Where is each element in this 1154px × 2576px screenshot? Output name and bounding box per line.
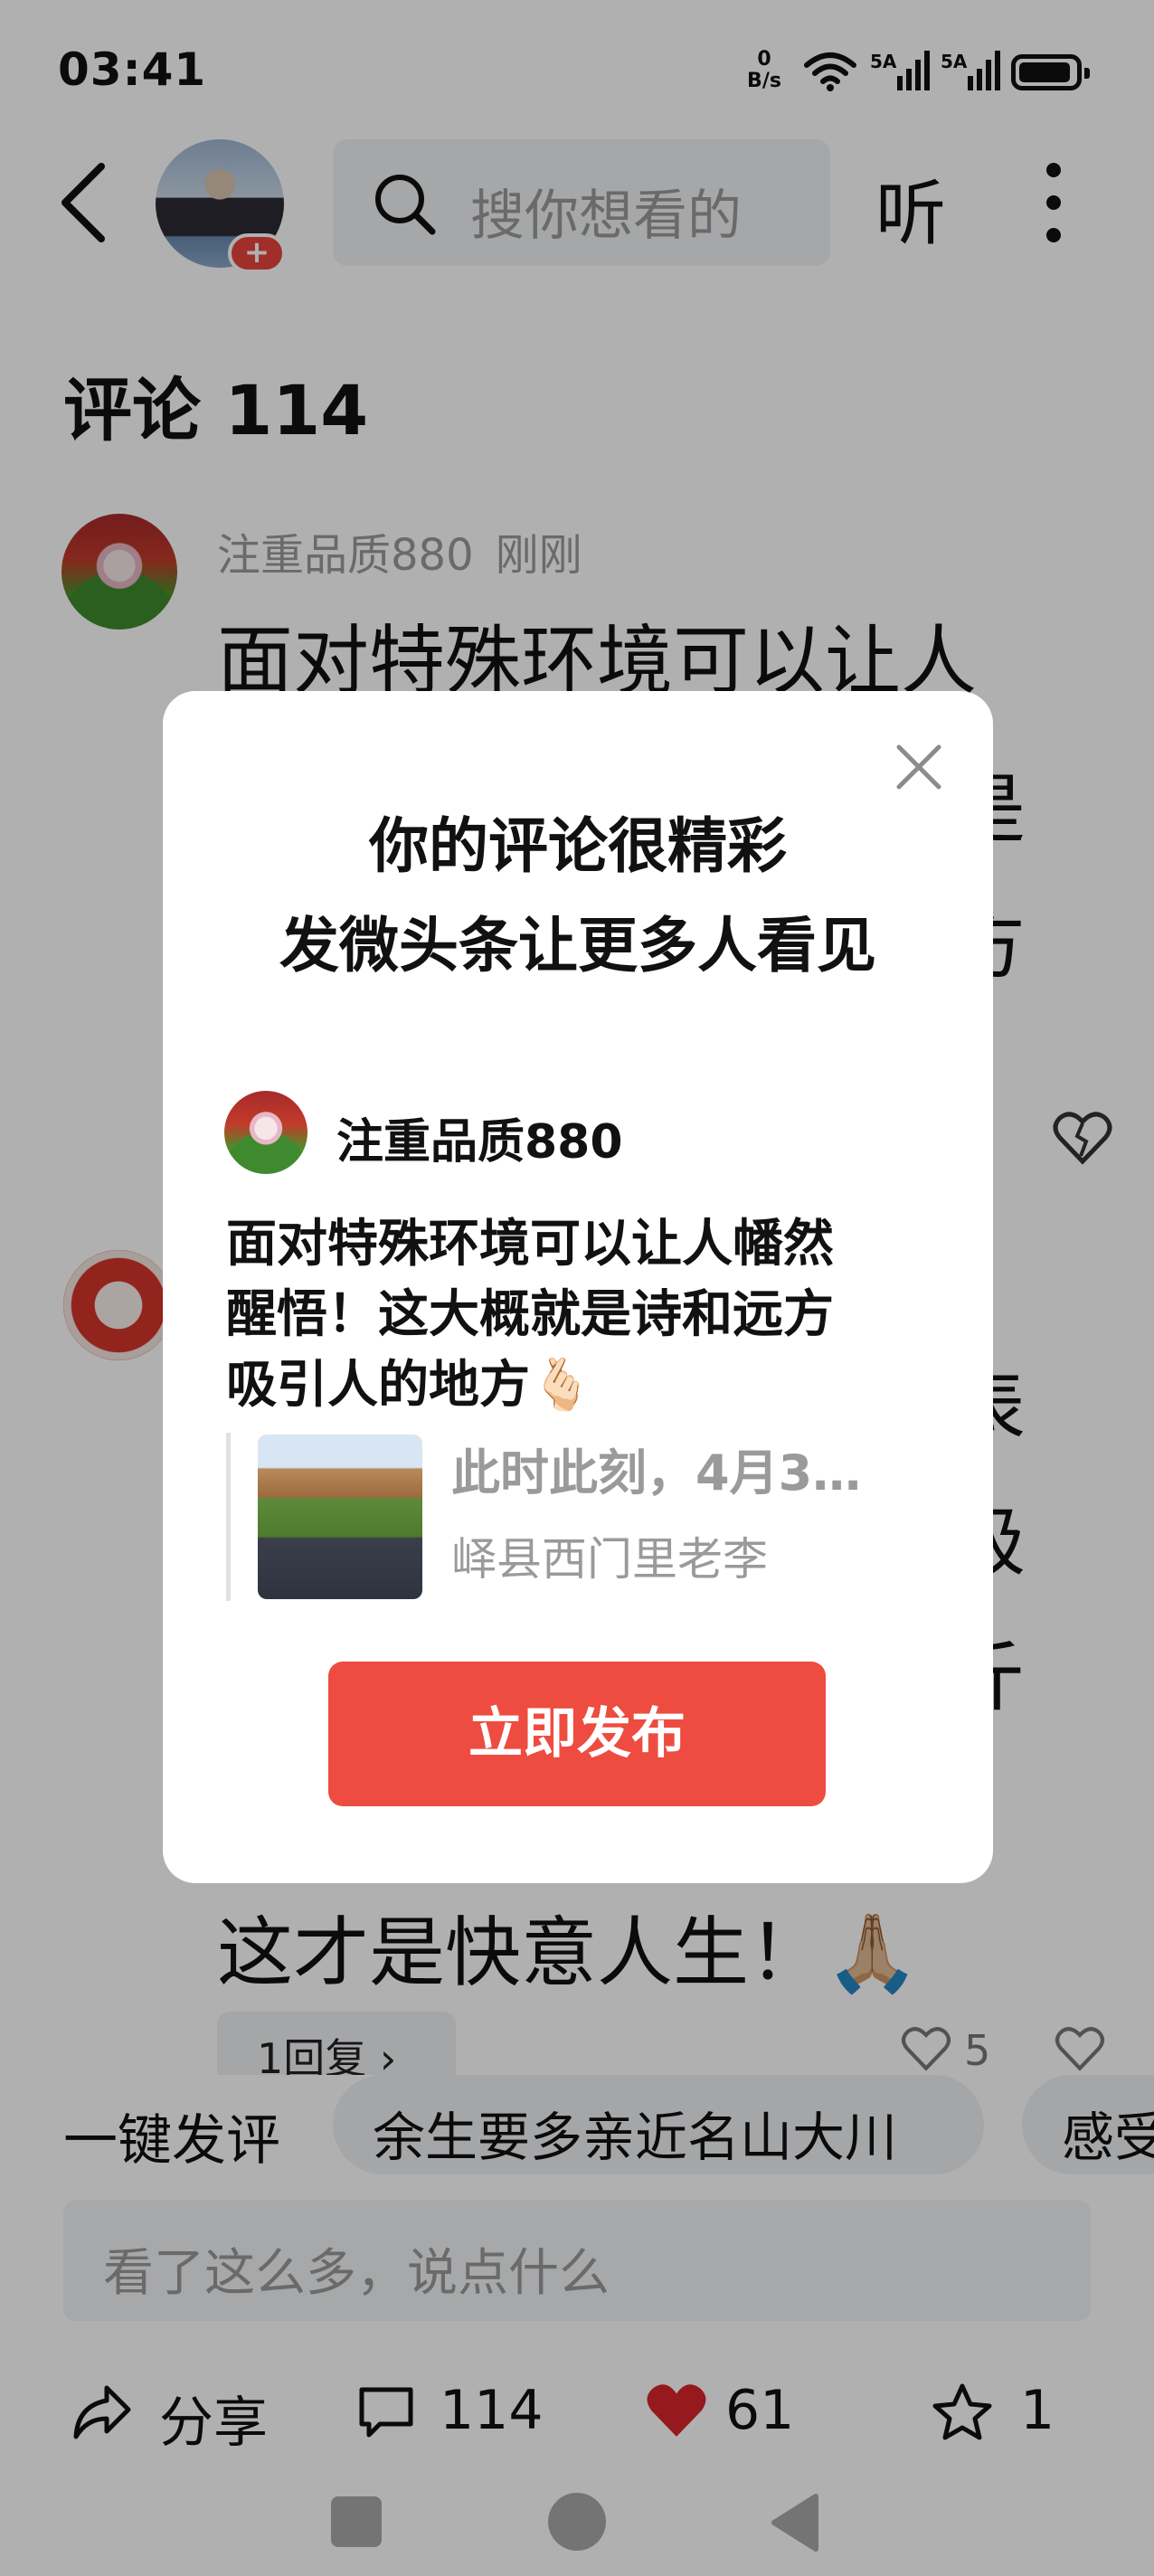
publish-button[interactable]: 立即发布 [328,1662,826,1806]
close-icon[interactable] [892,740,946,794]
modal-comment-line: 吸引人的地方🫰🏻 [226,1356,593,1415]
modal-subtitle: 发微头条让更多人看见 [279,911,876,980]
modal-title: 你的评论很精彩 [369,811,787,881]
share-comment-modal: 你的评论很精彩 发微头条让更多人看见 注重品质880 面对特殊环境可以让人幡然 … [163,691,993,1883]
quoted-article: 此时此刻，4月3… 峄县西门里老李 [226,1433,932,1601]
modal-comment-line: 面对特殊环境可以让人幡然 [226,1215,834,1274]
avatar [224,1091,307,1174]
modal-username: 注重品质880 [336,1115,623,1170]
article-thumbnail [258,1435,422,1599]
modal-comment-line: 醒悟！这大概就是诗和远方 [226,1285,834,1344]
article-title: 此时此刻，4月3… [451,1444,862,1501]
article-author: 峄县西门里老李 [451,1533,768,1586]
